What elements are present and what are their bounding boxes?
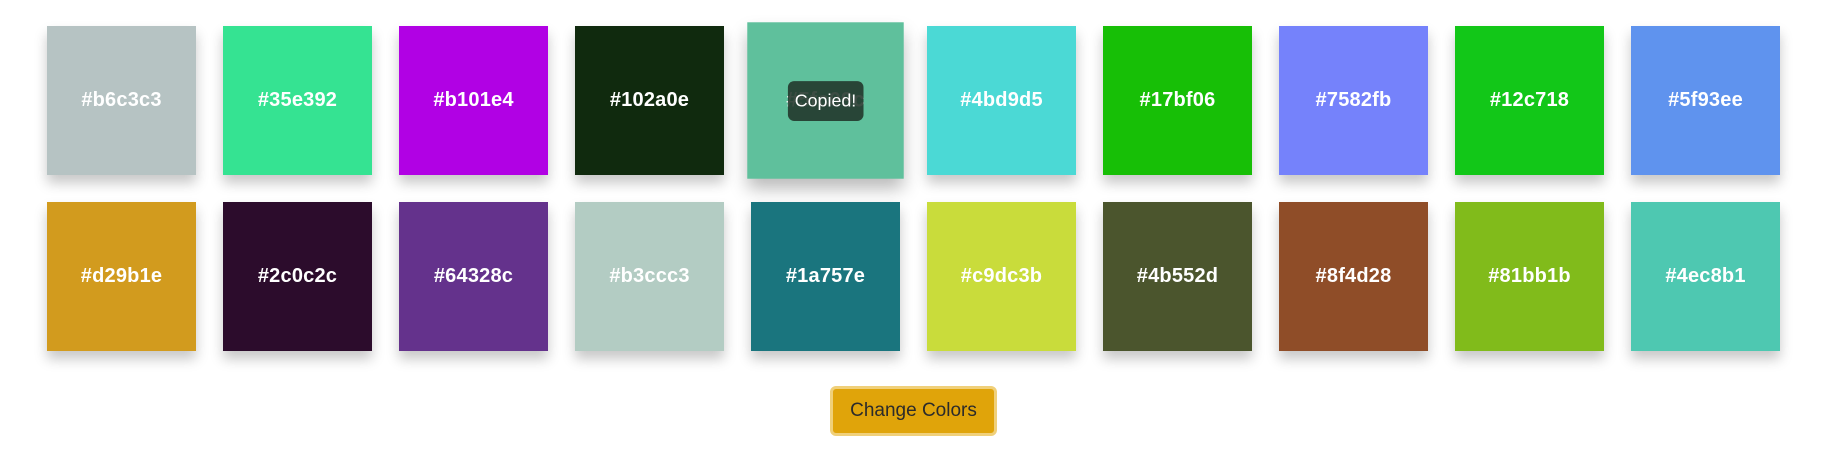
color-swatch[interactable]: #7582fb xyxy=(1279,26,1428,175)
color-swatch[interactable]: #102a0e xyxy=(575,26,724,175)
color-swatch[interactable]: #c9dc3b xyxy=(927,202,1076,351)
copied-tooltip: Copied! xyxy=(787,80,864,121)
swatch-hex-label: #d29b1e xyxy=(80,265,163,287)
color-swatch[interactable]: #64328c xyxy=(399,202,548,351)
swatch-hex-label: #b101e4 xyxy=(433,89,514,111)
swatch-hex-label: #1a757e xyxy=(785,265,866,287)
color-swatch[interactable]: #b3ccc3 xyxy=(575,202,724,351)
swatch-hex-label: #35e392 xyxy=(257,89,338,111)
color-swatch[interactable]: #1a757e xyxy=(751,202,900,351)
swatch-hex-label: #c9dc3b xyxy=(960,265,1043,287)
swatch-hex-label: #7582fb xyxy=(1315,89,1392,111)
swatch-hex-label: #12c718 xyxy=(1489,89,1570,111)
button-row: Change Colors xyxy=(0,386,1827,436)
color-swatch[interactable]: #4ec8b1 xyxy=(1631,202,1780,351)
color-swatch[interactable]: #d29b1e xyxy=(47,202,196,351)
swatch-hex-label: #102a0e xyxy=(609,89,690,111)
color-swatch[interactable]: #8f4d28 xyxy=(1279,202,1428,351)
swatch-hex-label: #4bd9d5 xyxy=(960,89,1043,111)
color-swatch[interactable]: #17bf06 xyxy=(1103,26,1252,175)
color-swatch[interactable]: #b6c3c3 xyxy=(47,26,196,175)
swatch-hex-label: #2c0c2c xyxy=(257,265,338,287)
color-palette-grid: #b6c3c3 #35e392 #b101e4 #102a0e #5fc09c … xyxy=(47,22,1781,351)
color-swatch[interactable]: #4b552d xyxy=(1103,202,1252,351)
swatch-hex-label: #b6c3c3 xyxy=(81,89,162,111)
color-swatch[interactable]: #b101e4 xyxy=(399,26,548,175)
color-swatch[interactable]: #5f93ee xyxy=(1631,26,1780,175)
color-swatch[interactable]: #2c0c2c xyxy=(223,202,372,351)
color-swatch-copied[interactable]: #5fc09c Copied! xyxy=(747,22,904,179)
swatch-hex-label: #17bf06 xyxy=(1139,89,1216,111)
color-swatch[interactable]: #35e392 xyxy=(223,26,372,175)
swatch-hex-label: #81bb1b xyxy=(1488,265,1571,287)
change-colors-button[interactable]: Change Colors xyxy=(830,386,997,436)
swatch-hex-label: #8f4d28 xyxy=(1315,265,1392,287)
swatch-hex-label: #4ec8b1 xyxy=(1665,265,1746,287)
swatch-hex-label: #b3ccc3 xyxy=(609,265,690,287)
swatch-hex-label: #5f93ee xyxy=(1668,89,1743,111)
color-swatch[interactable]: #81bb1b xyxy=(1455,202,1604,351)
swatch-hex-label: #4b552d xyxy=(1136,265,1219,287)
swatch-hex-label: #64328c xyxy=(433,265,514,287)
color-swatch[interactable]: #12c718 xyxy=(1455,26,1604,175)
color-swatch[interactable]: #4bd9d5 xyxy=(927,26,1076,175)
